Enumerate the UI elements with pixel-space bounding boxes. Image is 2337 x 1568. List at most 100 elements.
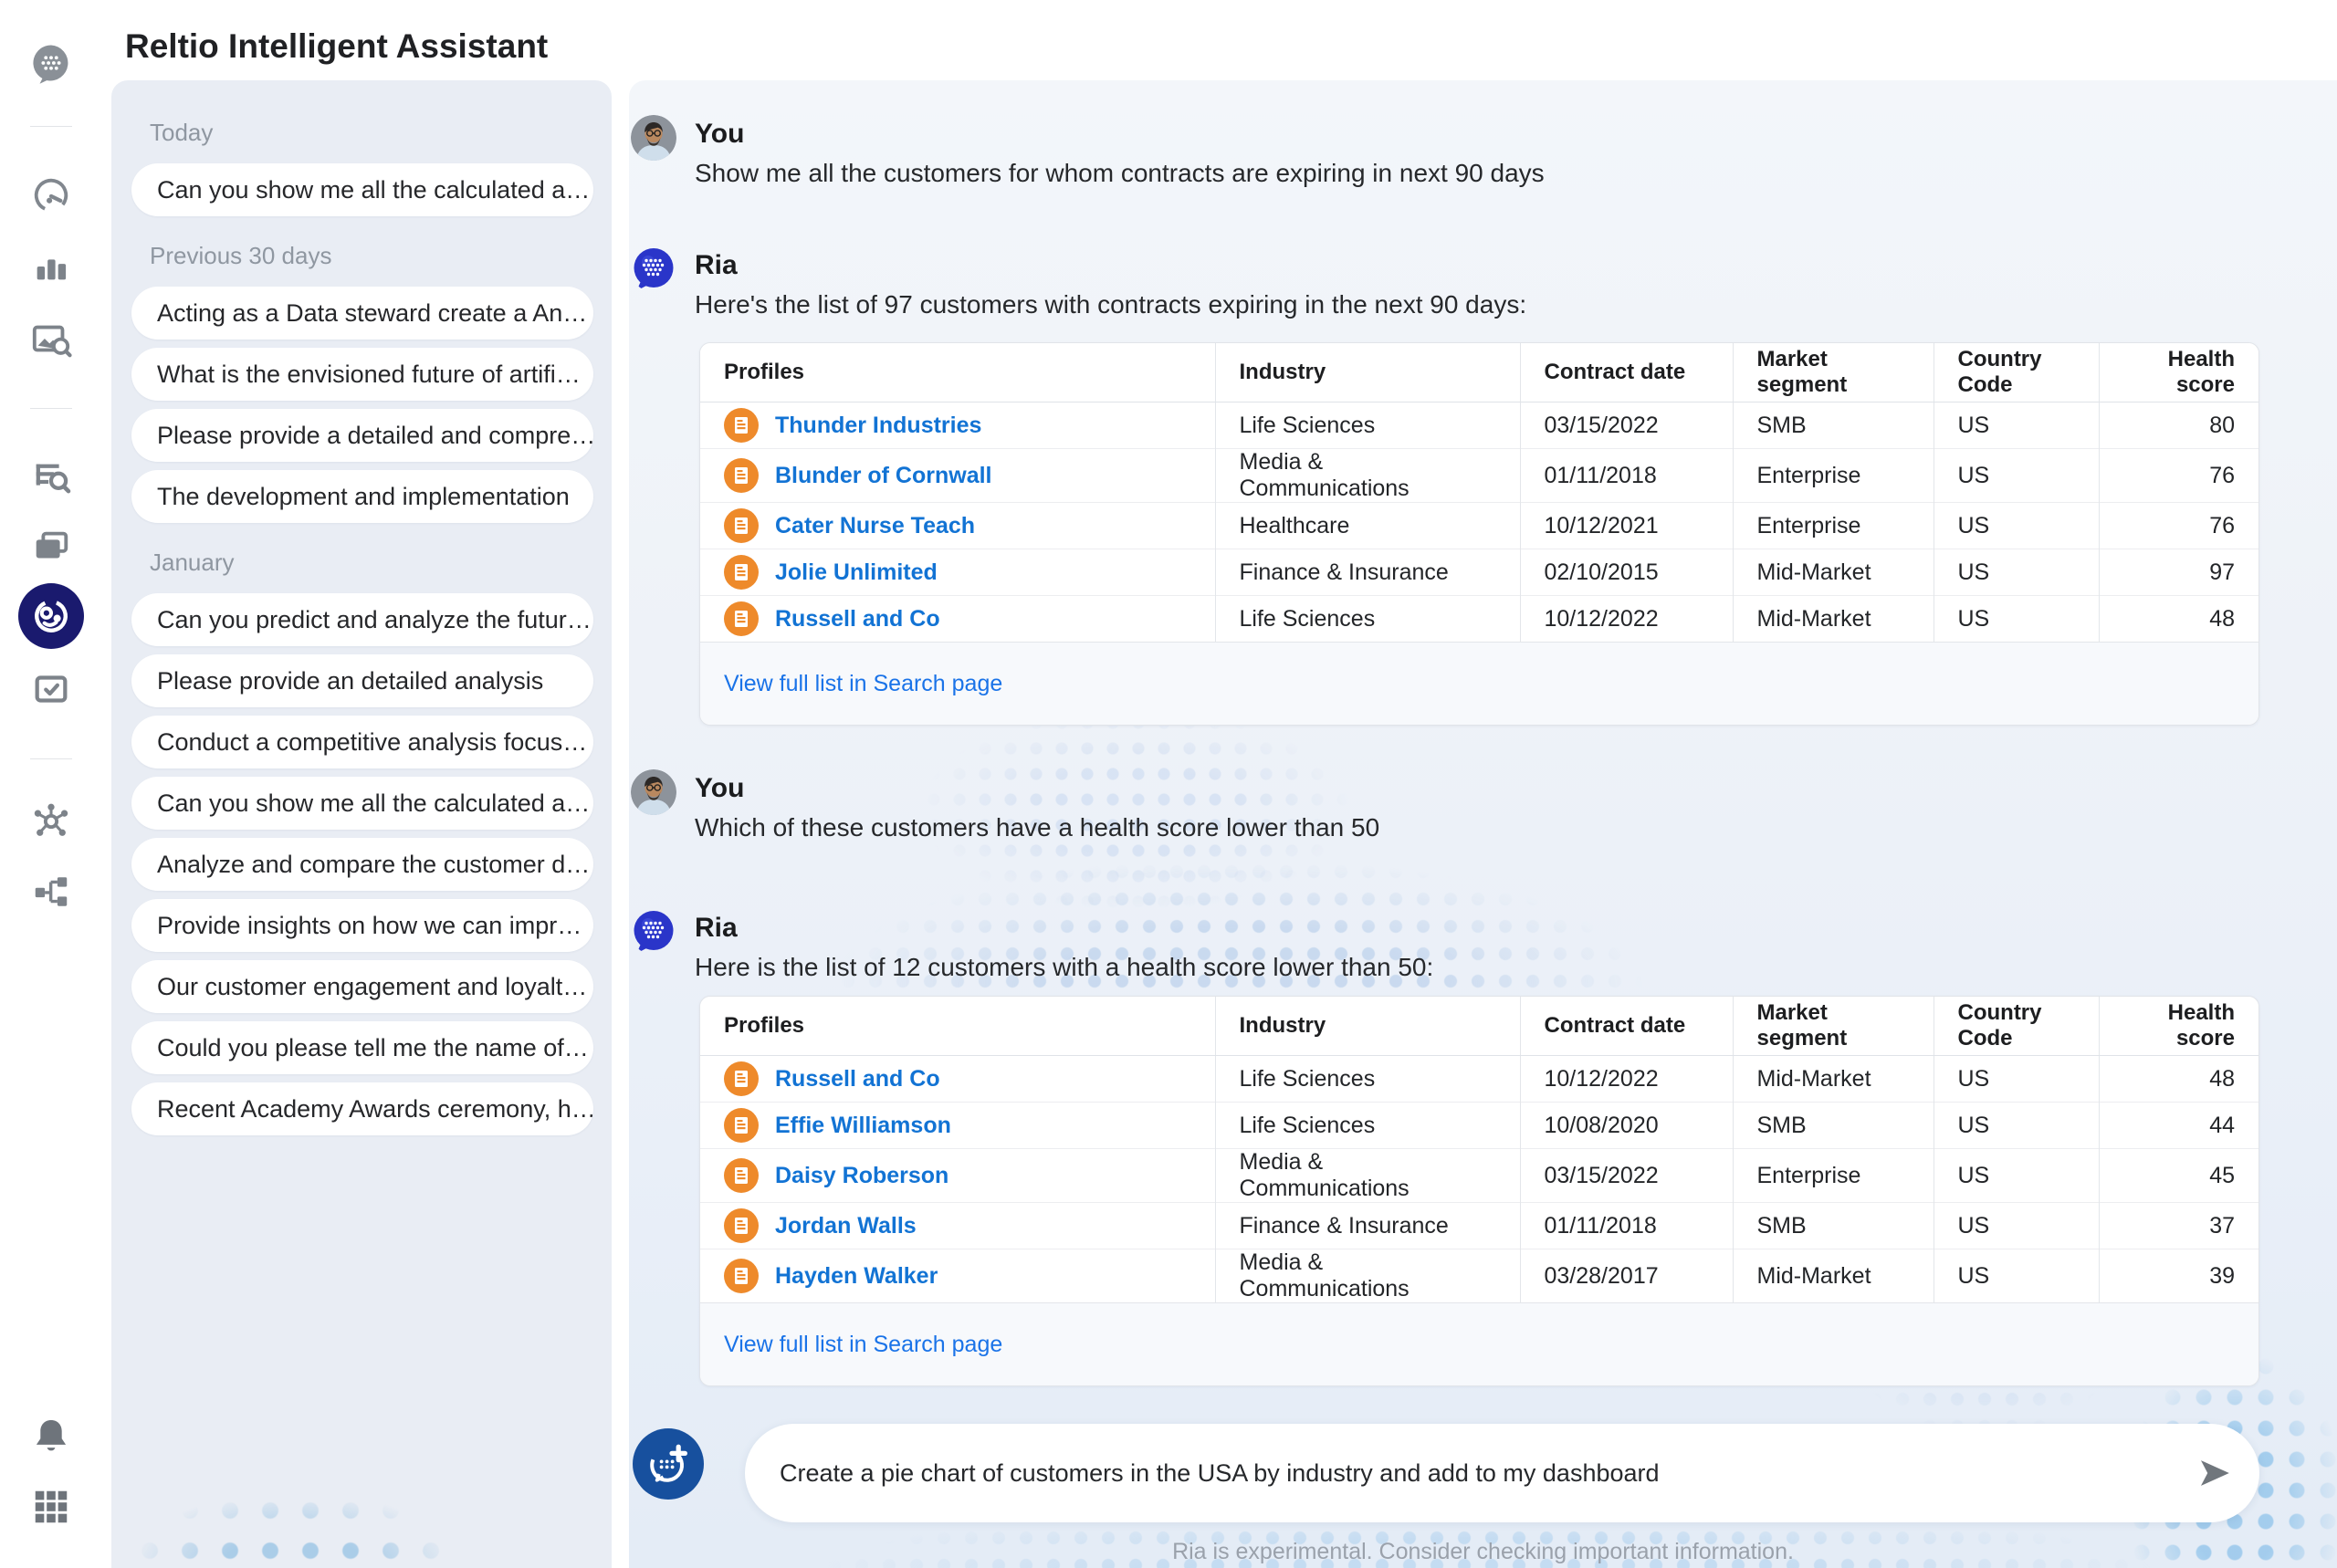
ria-plus-icon — [650, 1444, 687, 1482]
dashboard-gauge-icon[interactable] — [30, 174, 72, 216]
history-item[interactable]: Conduct a competitive analysis focus… — [131, 716, 593, 768]
message-author: Ria — [695, 913, 738, 943]
sidebar-dot-texture — [130, 1490, 458, 1568]
cell-health-score: 37 — [2098, 1202, 2258, 1249]
new-ria-chat-button[interactable] — [633, 1428, 704, 1500]
ria-avatar — [631, 909, 676, 955]
history-item[interactable]: What is the envisioned future of artifi… — [131, 348, 593, 401]
table-row: Blunder of Cornwall Media & Communicatio… — [700, 448, 2258, 503]
page-title: Reltio Intelligent Assistant — [125, 27, 549, 65]
cell-industry: Finance & Insurance — [1214, 1202, 1520, 1249]
message-author: Ria — [695, 250, 738, 280]
profile-icon — [724, 458, 759, 493]
history-section-label: January — [150, 549, 235, 576]
history-item[interactable]: Could you please tell me the name of… — [131, 1021, 593, 1074]
view-full-list-link[interactable]: View full list in Search page — [724, 1332, 1002, 1358]
cell-industry: Media & Communications — [1214, 1148, 1520, 1203]
profile-link[interactable]: Cater Nurse Teach — [775, 513, 975, 539]
table-row: Russell and Co Life Sciences 10/12/2022 … — [700, 1055, 2258, 1103]
org-hierarchy-icon[interactable] — [30, 871, 72, 913]
table-row: Thunder Industries Life Sciences 03/15/2… — [700, 402, 2258, 449]
table-row: Daisy Roberson Media & Communications 03… — [700, 1148, 2258, 1203]
profile-icon — [724, 1158, 759, 1193]
profile-icon — [724, 1208, 759, 1243]
profile-link[interactable]: Hayden Walker — [775, 1263, 938, 1290]
profile-link[interactable]: Blunder of Cornwall — [775, 463, 992, 489]
reltio-assistant-screen: Reltio Intelligent Assistant Today Can y… — [0, 0, 2337, 1568]
left-rail — [0, 0, 102, 1568]
history-item[interactable]: Acting as a Data steward create a An… — [131, 287, 593, 340]
history-section-label: Previous 30 days — [150, 242, 332, 269]
cell-market-segment: Enterprise — [1732, 448, 1934, 503]
message-text: Show me all the customers for whom contr… — [695, 159, 1545, 187]
user-avatar — [631, 769, 676, 815]
col-header: Contract date — [1519, 997, 1733, 1056]
cell-contract-date: 01/11/2018 — [1519, 1202, 1733, 1249]
cell-health-score: 76 — [2098, 502, 2258, 549]
cell-contract-date: 03/28/2017 — [1519, 1249, 1733, 1302]
customers-table: Profiles Industry Contract date Market s… — [700, 997, 2258, 1302]
history-item[interactable]: The development and implementation — [131, 470, 593, 523]
cell-contract-date: 10/12/2021 — [1519, 502, 1733, 549]
cell-health-score: 97 — [2098, 549, 2258, 596]
table-row: Jolie Unlimited Finance & Insurance 02/1… — [700, 549, 2258, 596]
history-item[interactable]: Can you predict and analyze the futur… — [131, 593, 593, 646]
cell-industry: Healthcare — [1214, 502, 1520, 549]
history-item[interactable]: Provide insights on how we can impr… — [131, 899, 593, 952]
history-item[interactable]: Please provide a detailed and compre… — [131, 409, 593, 462]
analytics-bars-icon[interactable] — [30, 246, 72, 287]
chat-input[interactable] — [778, 1458, 2197, 1489]
history-item[interactable]: Can you show me all the calculated a… — [131, 777, 593, 830]
profile-link[interactable]: Russell and Co — [775, 1066, 940, 1092]
table-row: Russell and Co Life Sciences 10/12/2022 … — [700, 595, 2258, 642]
view-full-list-link[interactable]: View full list in Search page — [724, 671, 1002, 697]
ria-avatar — [631, 246, 676, 292]
table-row: Cater Nurse Teach Healthcare 10/12/2021 … — [700, 502, 2258, 549]
history-section-label: Today — [150, 119, 214, 146]
col-header: Country Code — [1933, 343, 2099, 402]
cell-industry: Life Sciences — [1214, 402, 1520, 449]
cell-contract-date: 10/12/2022 — [1519, 595, 1733, 642]
cell-market-segment: Mid-Market — [1732, 1249, 1934, 1302]
history-item[interactable]: Our customer engagement and loyalt… — [131, 960, 593, 1013]
history-item[interactable]: Analyze and compare the customer d… — [131, 838, 593, 891]
rail-divider — [30, 758, 72, 759]
message-user: You Show me all the customers for whom c… — [631, 115, 2255, 193]
cell-market-segment: SMB — [1732, 1102, 1934, 1149]
profile-link[interactable]: Russell and Co — [775, 606, 940, 632]
message-author: You — [695, 773, 745, 803]
ria-chat-bubble-icon[interactable] — [30, 42, 72, 84]
profile-link[interactable]: Thunder Industries — [775, 413, 981, 439]
profile-icon — [724, 601, 759, 636]
profile-icon — [724, 1061, 759, 1096]
apps-grid-icon[interactable] — [30, 1486, 72, 1528]
tasks-check-icon[interactable] — [30, 668, 72, 710]
history-item[interactable]: Recent Academy Awards ceremony, h… — [131, 1082, 593, 1135]
profile-link[interactable]: Effie Williamson — [775, 1113, 951, 1139]
profile-link[interactable]: Jolie Unlimited — [775, 559, 938, 586]
network-hub-icon[interactable] — [30, 800, 72, 842]
profile-icon — [724, 508, 759, 543]
col-header: Profiles — [700, 997, 1215, 1056]
ria-active-icon[interactable] — [18, 583, 84, 649]
cell-industry: Life Sciences — [1214, 1055, 1520, 1103]
send-icon[interactable] — [2197, 1456, 2232, 1490]
profile-link[interactable]: Daisy Roberson — [775, 1163, 948, 1189]
cell-contract-date: 03/15/2022 — [1519, 402, 1733, 449]
rail-divider — [30, 126, 72, 127]
cards-stack-icon[interactable] — [30, 526, 72, 568]
results-table-card: Profiles Industry Contract date Market s… — [699, 996, 2259, 1386]
table-row: Jordan Walls Finance & Insurance 01/11/2… — [700, 1202, 2258, 1249]
table-row: Hayden Walker Media & Communications 03/… — [700, 1249, 2258, 1302]
cell-country-code: US — [1933, 448, 2099, 503]
message-author: You — [695, 119, 745, 149]
cell-market-segment: SMB — [1732, 1202, 1934, 1249]
image-search-icon[interactable] — [30, 319, 72, 361]
profile-link[interactable]: Jordan Walls — [775, 1213, 917, 1239]
profile-search-icon[interactable] — [30, 456, 72, 498]
history-item[interactable]: Can you show me all the calculated a… — [131, 163, 593, 216]
message-assistant: Ria Here's the list of 97 customers with… — [631, 246, 2255, 325]
cell-health-score: 39 — [2098, 1249, 2258, 1302]
notifications-bell-icon[interactable] — [30, 1416, 72, 1458]
history-item[interactable]: Please provide an detailed analysis — [131, 654, 593, 707]
